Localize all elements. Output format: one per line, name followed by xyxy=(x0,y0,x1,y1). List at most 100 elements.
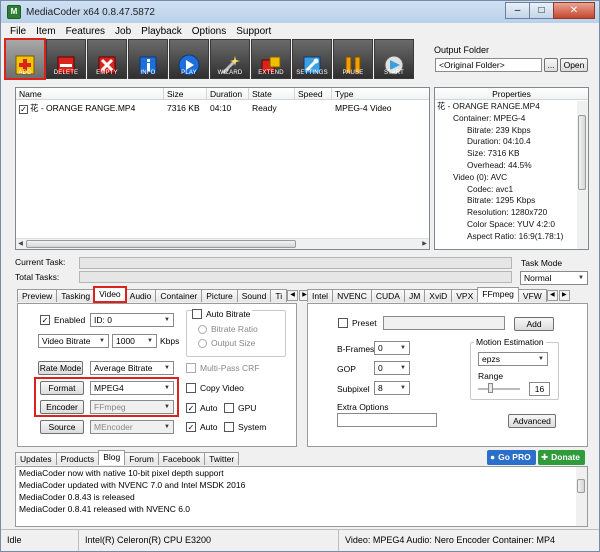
tab-scroll-right-icon[interactable]: ▶ xyxy=(558,290,570,301)
preset-checkbox[interactable]: Preset xyxy=(338,318,377,328)
tab-scroll-left-icon[interactable]: ◀ xyxy=(287,290,299,301)
tab-twitter[interactable]: Twitter xyxy=(204,452,240,465)
output-size-radio[interactable]: Output Size xyxy=(198,338,255,348)
video-id-select[interactable]: ID: 0 ▼ xyxy=(90,313,174,327)
range-slider[interactable] xyxy=(478,388,520,390)
bitrate-select[interactable]: 1000 ▼ xyxy=(112,334,157,348)
format-button[interactable]: Format xyxy=(40,381,84,395)
tab-jm[interactable]: JM xyxy=(403,289,426,302)
tab-vpx[interactable]: VPX xyxy=(451,289,479,302)
tab-facebook[interactable]: Facebook xyxy=(157,452,206,465)
menu-job[interactable]: Job xyxy=(110,24,136,39)
menu-file[interactable]: File xyxy=(5,24,31,39)
tab-xvid[interactable]: XviD xyxy=(424,289,453,302)
empty-button[interactable]: EMPTY xyxy=(87,39,127,79)
motion-estimation-select[interactable]: epzs ▼ xyxy=(478,352,548,366)
enabled-checkbox[interactable]: ✓ Enabled xyxy=(40,315,85,325)
column-speed[interactable]: Speed xyxy=(295,88,332,99)
news-item[interactable]: MediaCoder now with native 10-bit pixel … xyxy=(16,467,587,479)
file-row[interactable]: ✓ 花 - ORANGE RANGE.MP4 7316 KB 04:10 Read… xyxy=(16,102,429,115)
scroll-left-icon[interactable]: ◀ xyxy=(16,240,25,249)
menu-options[interactable]: Options xyxy=(187,24,231,39)
scroll-right-icon[interactable]: ▶ xyxy=(420,240,429,249)
properties-vscrollbar[interactable] xyxy=(577,101,588,249)
properties-scroll-thumb[interactable] xyxy=(578,115,586,190)
file-list-hscrollbar[interactable]: ◀ ▶ xyxy=(16,238,429,249)
column-state[interactable]: State xyxy=(249,88,295,99)
tab-updates[interactable]: Updates xyxy=(15,452,57,465)
auto-bitrate-checkbox[interactable]: Auto Bitrate xyxy=(192,309,253,319)
go-pro-button[interactable]: ● Go PRO xyxy=(487,450,536,465)
scroll-thumb[interactable] xyxy=(26,240,296,248)
range-slider-handle[interactable] xyxy=(488,383,493,393)
source-auto-checkbox[interactable]: ✓ Auto xyxy=(186,422,218,432)
system-checkbox[interactable]: System xyxy=(224,422,266,432)
browse-button[interactable]: ... xyxy=(544,58,558,72)
maximize-button[interactable]: □ xyxy=(529,2,554,19)
column-type[interactable]: Type xyxy=(332,88,429,99)
info-button[interactable]: INFO xyxy=(128,39,168,79)
title-bar[interactable]: M MediaCoder x64 0.8.47.5872 – □ ✕ xyxy=(1,1,599,23)
tab-audio[interactable]: Audio xyxy=(124,289,157,302)
tab-cuda[interactable]: CUDA xyxy=(370,289,405,302)
tab-intel[interactable]: Intel xyxy=(307,289,334,302)
advanced-button[interactable]: Advanced xyxy=(508,414,556,428)
tab-tasking[interactable]: Tasking xyxy=(56,289,96,302)
range-field[interactable]: 16 xyxy=(529,382,550,396)
file-checkbox[interactable]: ✓ xyxy=(19,105,28,114)
gop-select[interactable]: 0 ▼ xyxy=(374,361,410,375)
tab-sound[interactable]: Sound xyxy=(236,289,272,302)
source-select[interactable]: MEncoder ▼ xyxy=(90,420,174,434)
add-preset-button[interactable]: Add xyxy=(514,317,554,331)
play-button[interactable]: PLAY xyxy=(169,39,209,79)
news-item[interactable]: MediaCoder updated with NVENC 7.0 and In… xyxy=(16,479,587,491)
tab-blog[interactable]: Blog xyxy=(98,450,126,465)
news-item[interactable]: MediaCoder 0.8.43 is released xyxy=(16,491,587,503)
tab-vfw[interactable]: VFW xyxy=(517,289,547,302)
column-name[interactable]: Name xyxy=(16,88,164,99)
tab-products[interactable]: Products xyxy=(55,452,100,465)
news-vscrollbar[interactable] xyxy=(576,467,587,526)
tab-container[interactable]: Container xyxy=(155,289,203,302)
copy-video-checkbox[interactable]: Copy Video xyxy=(186,383,244,393)
preset-field[interactable] xyxy=(383,316,505,330)
prop-container[interactable]: Container: MPEG-4 xyxy=(435,113,588,125)
multipass-crf-checkbox[interactable]: Multi-Pass CRF xyxy=(186,363,260,373)
tab-nvenc[interactable]: NVENC xyxy=(332,289,372,302)
encoder-auto-checkbox[interactable]: ✓ Auto xyxy=(186,403,218,413)
encoder-button[interactable]: Encoder xyxy=(40,400,84,414)
bitrate-ratio-radio[interactable]: Bitrate Ratio xyxy=(198,324,258,334)
donate-button[interactable]: ✚ Donate xyxy=(538,450,585,465)
column-size[interactable]: Size xyxy=(164,88,207,99)
output-folder-field[interactable]: <Original Folder> xyxy=(435,58,542,72)
start-button[interactable]: START xyxy=(374,39,414,79)
tab-forum[interactable]: Forum xyxy=(124,452,159,465)
news-scroll-thumb[interactable] xyxy=(577,479,585,493)
menu-support[interactable]: Support xyxy=(231,24,276,39)
file-list[interactable]: Name Size Duration State Speed Type ✓ 花 -… xyxy=(15,87,430,250)
gpu-checkbox[interactable]: GPU xyxy=(224,403,256,413)
source-button[interactable]: Source xyxy=(40,420,84,434)
prop-video-stream[interactable]: Video (0): AVC xyxy=(435,172,588,184)
news-item[interactable]: MediaCoder 0.8.41 released with NVENC 6.… xyxy=(16,503,587,515)
rate-mode-button[interactable]: Rate Mode xyxy=(38,361,83,375)
tab-picture[interactable]: Picture xyxy=(201,289,238,302)
subpixel-select[interactable]: 8 ▼ xyxy=(374,381,410,395)
column-duration[interactable]: Duration xyxy=(207,88,249,99)
settings-button[interactable]: SETTINGS xyxy=(292,39,332,79)
tab-scroll-left-icon[interactable]: ◀ xyxy=(546,290,558,301)
delete-button[interactable]: DELETE xyxy=(46,39,86,79)
format-select[interactable]: MPEG4 ▼ xyxy=(90,381,174,395)
menu-playback[interactable]: Playback xyxy=(136,24,187,39)
wizard-button[interactable]: WIZARD xyxy=(210,39,250,79)
extra-options-field[interactable] xyxy=(337,413,437,427)
bitrate-mode-select[interactable]: Video Bitrate ▼ xyxy=(38,334,109,348)
close-button[interactable]: ✕ xyxy=(553,2,595,19)
task-mode-select[interactable]: Normal ▼ xyxy=(520,271,588,285)
menu-features[interactable]: Features xyxy=(61,24,110,39)
tab-more[interactable]: Ti xyxy=(270,289,288,302)
open-folder-button[interactable]: Open xyxy=(560,58,588,72)
rate-mode-select[interactable]: Average Bitrate ▼ xyxy=(90,361,174,375)
extend-button[interactable]: EXTEND xyxy=(251,39,291,79)
encoder-select[interactable]: FFmpeg ▼ xyxy=(90,400,174,414)
